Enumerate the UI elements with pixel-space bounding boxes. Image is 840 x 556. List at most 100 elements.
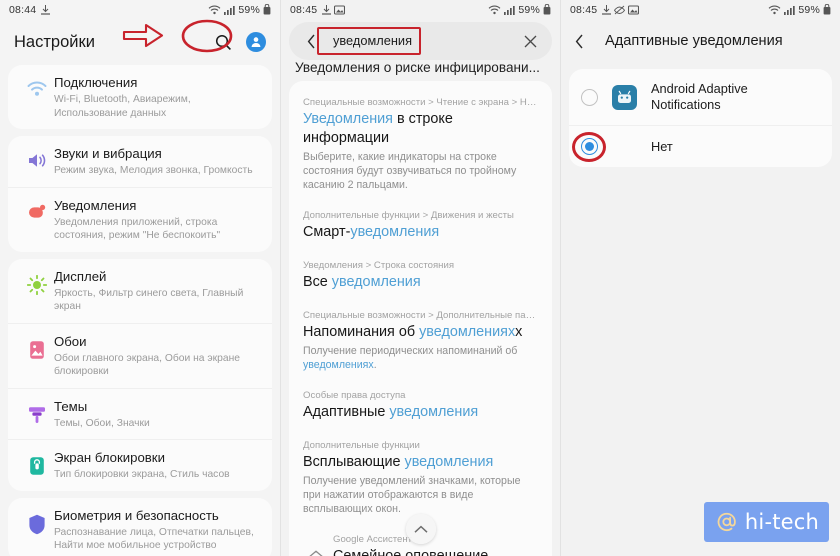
page-title: Настройки <box>14 32 95 51</box>
panel-adaptive-notifications: 08:45 59% Адаптивные уведомления Android… <box>560 0 840 556</box>
result-title: Всплывающие уведомления <box>303 454 494 470</box>
result-title: Семейное оповещение <box>333 548 489 556</box>
settings-header: Настройки <box>0 19 280 65</box>
battery-lock-icon <box>543 4 551 15</box>
status-time: 08:45 <box>290 3 318 16</box>
settings-row-title: Уведомления <box>54 197 137 213</box>
settings-row-title: Подключения <box>54 75 138 90</box>
signal-icon <box>224 5 236 15</box>
search-result-item[interactable]: Дополнительные функции > Движения и жест… <box>289 198 552 248</box>
radio-button[interactable] <box>581 88 598 106</box>
result-breadcrumb: Специальные возможности > Дополнительные… <box>303 310 538 321</box>
back-chevron-icon[interactable] <box>575 34 597 49</box>
wallpaper-icon <box>20 333 54 360</box>
hi-tech-watermark: hi-tech <box>704 502 829 542</box>
themes-icon <box>20 398 54 425</box>
status-bar-panel2: 08:45 59% <box>281 0 560 19</box>
settings-row-subtitle: Режим звука, Мелодия звонка, Громкость <box>54 165 253 176</box>
search-icon[interactable] <box>210 29 236 55</box>
battery-lock-icon <box>823 4 831 15</box>
settings-row[interactable]: Экран блокировки Тип блокировки экрана, С… <box>8 439 272 491</box>
radio-option-label: Нет <box>651 138 673 154</box>
settings-row-subtitle: Уведомления приложений, строка состояния… <box>54 216 221 242</box>
screenshot-root: 08:44 59% Настройки Подключения Wi-Fi, Bl… <box>0 0 840 556</box>
download-icon <box>602 4 612 15</box>
status-left-icons <box>41 4 51 15</box>
shield-icon <box>20 507 54 535</box>
brightness-icon <box>20 268 54 295</box>
signal-icon <box>504 5 516 15</box>
settings-row[interactable]: Звуки и вибрация Режим звука, Мелодия зво… <box>8 136 272 187</box>
at-symbol-icon <box>717 512 736 532</box>
search-result-item[interactable]: Специальные возможности > Чтение с экран… <box>289 85 552 198</box>
download-icon <box>322 4 332 15</box>
settings-group: Звуки и вибрация Режим звука, Мелодия зво… <box>8 136 272 252</box>
radio-option-row[interactable]: Нет <box>569 125 832 167</box>
chevron-up-icon[interactable] <box>405 514 436 544</box>
search-results-scroll[interactable]: Уведомления о риске инфицировани... Спец… <box>281 60 560 556</box>
status-right-icons: 59% <box>208 4 271 16</box>
result-title: Смарт-уведомления <box>303 224 440 240</box>
settings-row[interactable]: Подключения Wi-Fi, Bluetooth, Авиарежим, … <box>8 65 272 129</box>
back-chevron-icon[interactable] <box>301 34 321 49</box>
status-left-icons <box>602 4 640 15</box>
wifi-icon <box>208 5 221 14</box>
search-input[interactable]: уведомления <box>329 31 416 50</box>
settings-row-title: Дисплей <box>54 268 107 284</box>
result-breadcrumb: Дополнительные функции <box>303 440 420 451</box>
status-left-icons <box>322 4 346 15</box>
result-title: Напоминания об уведомленияхх <box>303 324 523 340</box>
annotation-radio-ring <box>572 131 606 162</box>
settings-row[interactable]: Уведомления Уведомления приложений, строк… <box>8 186 272 252</box>
lock-icon <box>20 449 54 476</box>
signal-icon <box>784 5 796 15</box>
clipped-result-text[interactable]: Уведомления о риске инфицировани... <box>281 60 560 75</box>
result-title: Все уведомления <box>303 274 421 290</box>
radio-option-row[interactable]: Android Adaptive Notifications <box>569 69 832 125</box>
notification-icon <box>20 197 54 221</box>
watermark-text: hi-tech <box>744 510 820 534</box>
result-breadcrumb: Google Ассистент <box>333 534 413 545</box>
status-time: 08:44 <box>9 3 37 16</box>
result-description: Получение уведомлений значками, которые … <box>303 475 521 515</box>
wifi-icon <box>20 74 54 97</box>
status-right-icons: 59% <box>488 4 551 16</box>
settings-row-subtitle: Wi-Fi, Bluetooth, Авиарежим, Использован… <box>54 94 191 119</box>
settings-row-subtitle: Темы, Обои, Значки <box>54 417 150 429</box>
search-result-item[interactable]: Особые права доступа Адаптивные уведомлен… <box>289 378 552 428</box>
settings-row-title: Экран блокировки <box>54 450 165 465</box>
result-breadcrumb: Специальные возможности > Чтение с экран… <box>303 97 538 108</box>
search-bar[interactable]: уведомления <box>289 22 552 60</box>
settings-group: Дисплей Яркость, Фильтр синего света, Гла… <box>8 258 272 491</box>
result-breadcrumb: Особые права доступа <box>303 390 406 401</box>
radio-option-label: Android Adaptive Notifications <box>651 81 748 112</box>
adaptive-header: Адаптивные уведомления <box>561 19 840 63</box>
close-icon[interactable] <box>520 35 540 48</box>
settings-row[interactable]: Биометрия и безопасность Распознавание ли… <box>8 498 272 556</box>
search-result-item[interactable]: Специальные возможности > Дополнительные… <box>289 298 552 378</box>
download-icon <box>41 4 51 15</box>
image-icon <box>334 4 346 15</box>
search-result-item[interactable]: Дополнительные функции Всплывающие уведом… <box>289 428 552 522</box>
status-bar-panel1: 08:44 59% <box>0 0 280 19</box>
status-battery: 59% <box>518 3 540 16</box>
result-title: Адаптивные уведомления <box>303 404 479 420</box>
account-avatar-icon[interactable] <box>246 32 266 52</box>
result-breadcrumb: Уведомления > Строка состояния <box>303 260 455 271</box>
settings-row[interactable]: Обои Обои главного экрана, Обои на экране… <box>8 322 272 388</box>
settings-row[interactable]: Темы Темы, Обои, Значки <box>8 387 272 440</box>
settings-row[interactable]: Дисплей Яркость, Фильтр синего света, Гла… <box>8 259 272 323</box>
eye-off-icon <box>614 5 626 14</box>
settings-row-subtitle: Яркость, Фильтр синего света, Главный эк… <box>54 287 244 313</box>
status-battery: 59% <box>238 3 260 16</box>
settings-row-subtitle: Обои главного экрана, Обои на экране бло… <box>54 352 241 378</box>
search-result-item[interactable]: Уведомления > Строка состояния Все уведом… <box>289 248 552 298</box>
wifi-icon <box>488 5 501 14</box>
sound-icon <box>20 145 54 169</box>
android-app-icon <box>612 84 637 110</box>
settings-groups: Подключения Wi-Fi, Bluetooth, Авиарежим, … <box>0 65 280 556</box>
result-description: Выберите, какие индикаторы на строке сос… <box>303 151 517 191</box>
result-breadcrumb: Дополнительные функции > Движения и жест… <box>303 210 514 221</box>
search-results-card: Специальные возможности > Чтение с экран… <box>289 81 552 556</box>
settings-group: Подключения Wi-Fi, Bluetooth, Авиарежим, … <box>8 65 272 129</box>
